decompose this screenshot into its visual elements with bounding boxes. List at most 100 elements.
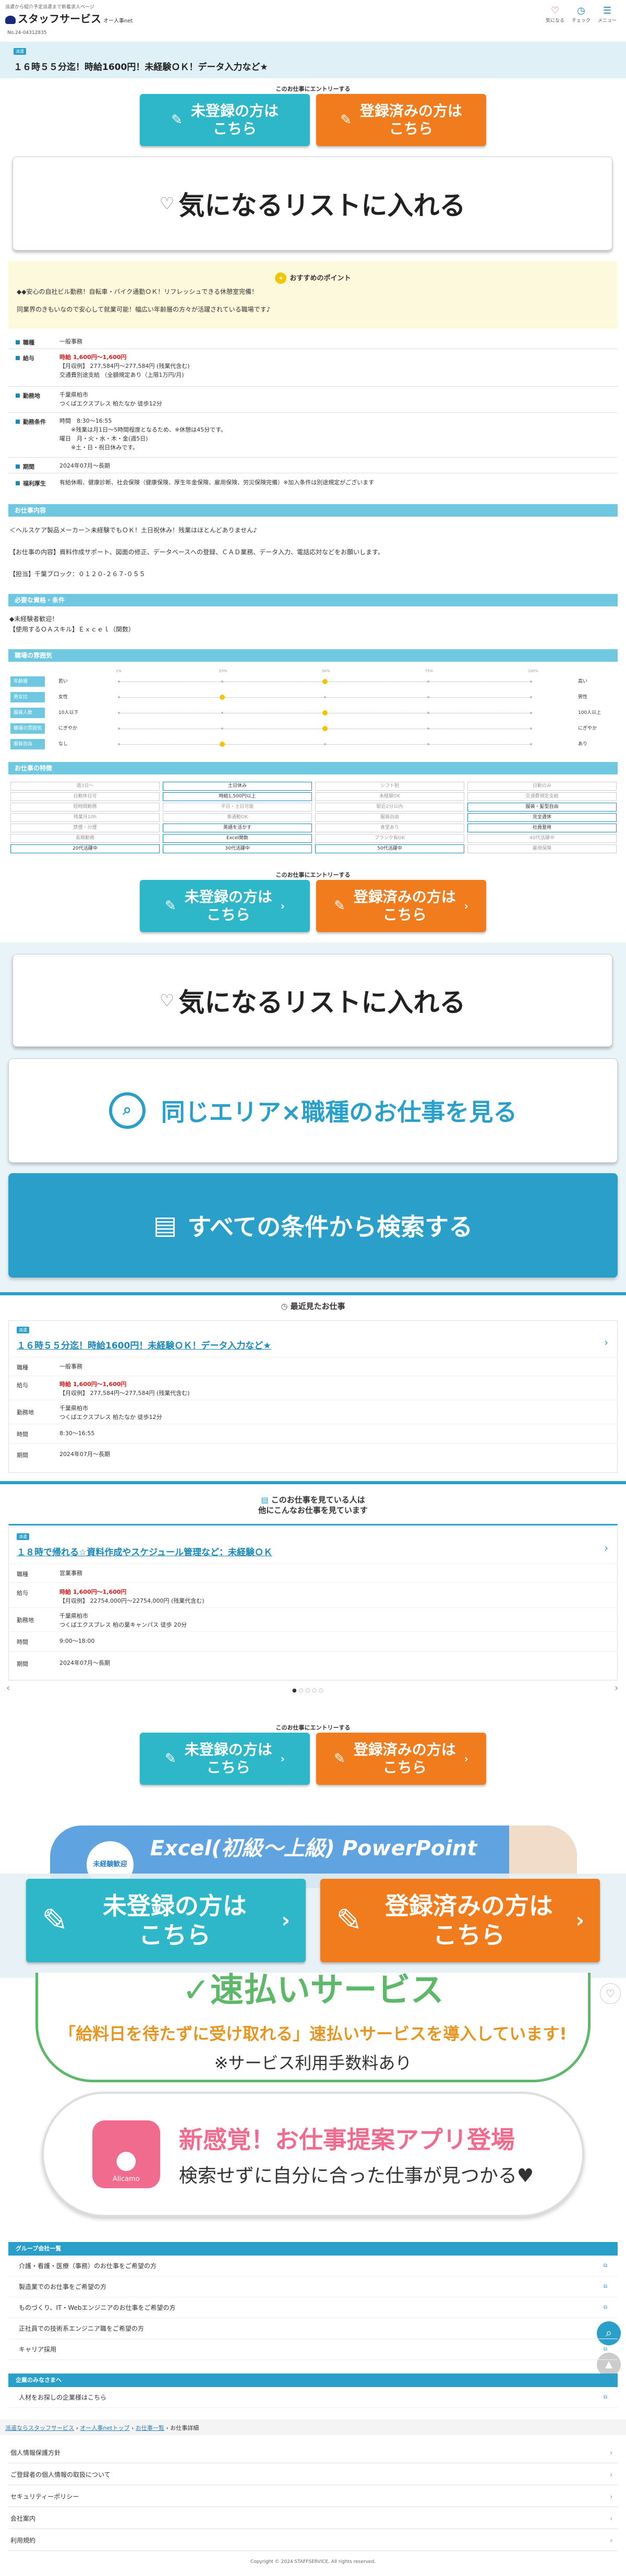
mood-scale-tick xyxy=(530,681,532,683)
mood-scale-tick xyxy=(221,712,223,714)
document-search-icon: ▤ xyxy=(153,1211,177,1240)
job-feature-cell: 土日休み xyxy=(163,782,312,791)
external-link-icon: ⧉ xyxy=(603,2284,607,2289)
floating-favorite-heart-icon[interactable]: ♡ xyxy=(600,1983,621,2004)
group-company-link[interactable]: 正社員での技術系エンジニア職をご希望の方 ⧉ xyxy=(8,2318,618,2339)
mood-level-dot xyxy=(322,679,328,684)
job-feature-cell: 服装・髪型自由 xyxy=(467,803,617,812)
mood-right-label: 男性 xyxy=(578,695,588,700)
mood-row-label: 服装人数 xyxy=(10,708,45,718)
divider-bar xyxy=(0,1292,626,1295)
sticky-registered-entry-button[interactable]: ✎ 登録済みの方は こちら › xyxy=(320,1879,600,1962)
footer-link[interactable]: ご登録者の個人情報の取扱について › xyxy=(8,2464,618,2485)
job-feature-cell: 未経験OK xyxy=(315,792,464,801)
footer-link[interactable]: 利用規約 › xyxy=(8,2530,618,2551)
mood-tick-label: 1% xyxy=(116,669,122,673)
group-company-link[interactable]: ものづくり、IT・Webエンジニアのお仕事をご希望の方 ⧉ xyxy=(8,2297,618,2318)
welfare-label: 福利厚生 xyxy=(16,479,46,487)
carousel-dots[interactable]: ●○○○○ xyxy=(292,1688,326,1694)
footer-link[interactable]: セキュリティーポリシー › xyxy=(8,2486,618,2507)
mood-scale-tick xyxy=(427,728,429,730)
others-job-title-link[interactable]: １８時で帰れる☆資料作成やスケジュール管理など：未経験ＯＫ xyxy=(17,1545,272,1558)
mood-level-dot xyxy=(322,710,328,715)
menu-button[interactable]: ☰ メニュー xyxy=(595,5,620,23)
same-area-search-button[interactable]: ⌕ 同じエリア×職種のお仕事を見る xyxy=(8,1058,618,1163)
registered-entry-button[interactable]: ✎ 登録済みの方は こちら › xyxy=(316,1733,486,1785)
job-feature-cell: Excel関数 xyxy=(163,834,312,843)
heart-icon: ♡ xyxy=(159,991,175,1010)
job-feature-cell: シフト制 xyxy=(315,782,464,791)
group-company-link[interactable]: キャリア採用 ⧉ xyxy=(8,2339,618,2360)
menu-label: メニュー xyxy=(597,18,617,23)
add-to-favorites-button[interactable]: ♡ 気になるリストに入れる xyxy=(13,157,612,251)
group-company-label: キャリア採用 xyxy=(19,2346,57,2353)
sticky-unregistered-entry-button[interactable]: ✎ 未登録の方は こちら › xyxy=(26,1879,306,1962)
divider-bar xyxy=(0,1481,626,1484)
job-feature-cell: ブランク有OK xyxy=(315,834,464,843)
entry-label: このお仕事にエントリーする xyxy=(275,872,351,878)
recent-period-value: 2024年07月〜長期 xyxy=(59,1451,110,1458)
group-company-link[interactable]: 製造業でのお仕事をご希望の方 ⧉ xyxy=(8,2276,618,2297)
registered-entry-button[interactable]: ✎ 登録済みの方は こちら xyxy=(316,94,486,146)
chevron-right-icon: › xyxy=(464,900,469,912)
corporate-link[interactable]: 人材をお探しの企業様はこちら ⧉ xyxy=(8,2387,618,2408)
job-type-tag: 派遣 xyxy=(17,1533,29,1540)
mood-tick-label: 50% xyxy=(322,669,330,673)
unregistered-entry-button[interactable]: ✎ 未登録の方は こちら › xyxy=(140,1733,310,1785)
logo-mark-icon xyxy=(5,15,16,24)
breadcrumb-link[interactable]: お仕事一覧 xyxy=(136,2425,164,2431)
pencil-icon: ✎ xyxy=(164,1751,176,1767)
chevron-right-icon: › xyxy=(604,1542,608,1554)
clock-icon: ◷ xyxy=(577,5,585,16)
welfare-value: 有給休暇、健康診断、社会保険（健康保険、厚生年金保険、雇用保険、労災保険完備）※… xyxy=(59,479,375,486)
breadcrumb-link[interactable]: 派遣ならスタッフサービス xyxy=(5,2425,74,2431)
unregistered-entry-button[interactable]: ✎ 未登録の方は こちら › xyxy=(140,880,310,932)
mood-level-dot xyxy=(219,695,225,700)
alicamo-app-icon: ● Alicamo xyxy=(92,2120,160,2188)
job-feature-cell: 50代活躍中 xyxy=(315,844,464,853)
footer-link[interactable]: 会社案内 › xyxy=(8,2508,618,2529)
carousel-prev-button[interactable]: ‹ xyxy=(6,1683,10,1694)
footer-link-label: セキュリティーポリシー xyxy=(10,2493,79,2500)
job-feature-cell: 交通費規定支給 xyxy=(467,792,617,801)
unregistered-entry-button[interactable]: ✎ 未登録の方は こちら xyxy=(140,94,310,146)
chevron-right-icon: › xyxy=(464,1752,469,1765)
mood-left-label: にぎやか xyxy=(58,726,78,731)
all-conditions-search-button[interactable]: ▤ すべての条件から検索する xyxy=(8,1173,618,1278)
alicamo-app-banner[interactable]: ● Alicamo 新感覚！お仕事提案アプリ登場 検索せずに自分に合った仕事が見つ… xyxy=(42,2092,584,2217)
mood-scale-tick xyxy=(427,743,429,745)
registered-entry-button[interactable]: ✎ 登録済みの方は こちら › xyxy=(316,880,486,932)
job-feature-cell: 社員登用 xyxy=(467,824,617,832)
footer-link-label: 会社案内 xyxy=(10,2515,36,2522)
add-to-favorites-button[interactable]: ♡ 気になるリストに入れる xyxy=(13,954,612,1047)
carousel-next-button[interactable]: › xyxy=(615,1683,618,1694)
check-button[interactable]: ◷ チェック xyxy=(569,5,594,23)
mood-scale-tick xyxy=(118,743,120,745)
others-location-label: 勤務地 xyxy=(17,1617,34,1624)
recent-time-value: 8:30〜16:55 xyxy=(59,1430,95,1437)
recent-time-label: 時間 xyxy=(17,1431,28,1438)
site-logo[interactable]: スタッフサービス オー人事net xyxy=(5,10,133,26)
logo-text: スタッフサービス xyxy=(18,13,101,25)
mood-right-label: 高い xyxy=(578,679,588,684)
recent-job-title-link[interactable]: １６時５５分迄！時給1600円！未経験ＯＫ！データ入力など★ xyxy=(17,1338,271,1351)
mood-tick-label: 25% xyxy=(219,669,227,673)
instant-pay-banner[interactable]: ✓速払いサービス 「給料日を待たずに受け取れる」速払いサービスを導入しています!… xyxy=(35,1971,591,2082)
category-value: 一般事務 xyxy=(59,338,82,345)
others-category-label: 職種 xyxy=(17,1571,28,1578)
lightbulb-icon: ✦ xyxy=(275,272,287,284)
check-label: チェック xyxy=(571,18,591,23)
footer-link[interactable]: 個人情報保護方針 › xyxy=(8,2442,618,2463)
pencil-icon: ✎ xyxy=(171,112,183,128)
entry-label: このお仕事にエントリーする xyxy=(275,86,351,92)
skills-text: 【使用するＯＡスキル】Ｅｘｃｅｌ（関数） xyxy=(9,626,135,633)
mood-scale-tick xyxy=(221,728,223,730)
location-label: 勤務地 xyxy=(16,391,40,400)
chevron-right-icon: › xyxy=(610,2449,612,2456)
alicamo-subtitle: 検索せずに自分に合った仕事が見つかる♥ xyxy=(178,2165,534,2187)
copyright: Copyright © 2024 STAFFSERVICE. All right… xyxy=(250,2559,376,2565)
pencil-icon: ✎ xyxy=(336,1902,363,1939)
favorites-button[interactable]: ♡ 気になる xyxy=(543,5,568,23)
group-company-link[interactable]: 介護・看護・医療（事務）のお仕事をご希望の方 ⧉ xyxy=(8,2256,618,2276)
breadcrumb-link[interactable]: オー人事netトップ xyxy=(80,2425,129,2431)
